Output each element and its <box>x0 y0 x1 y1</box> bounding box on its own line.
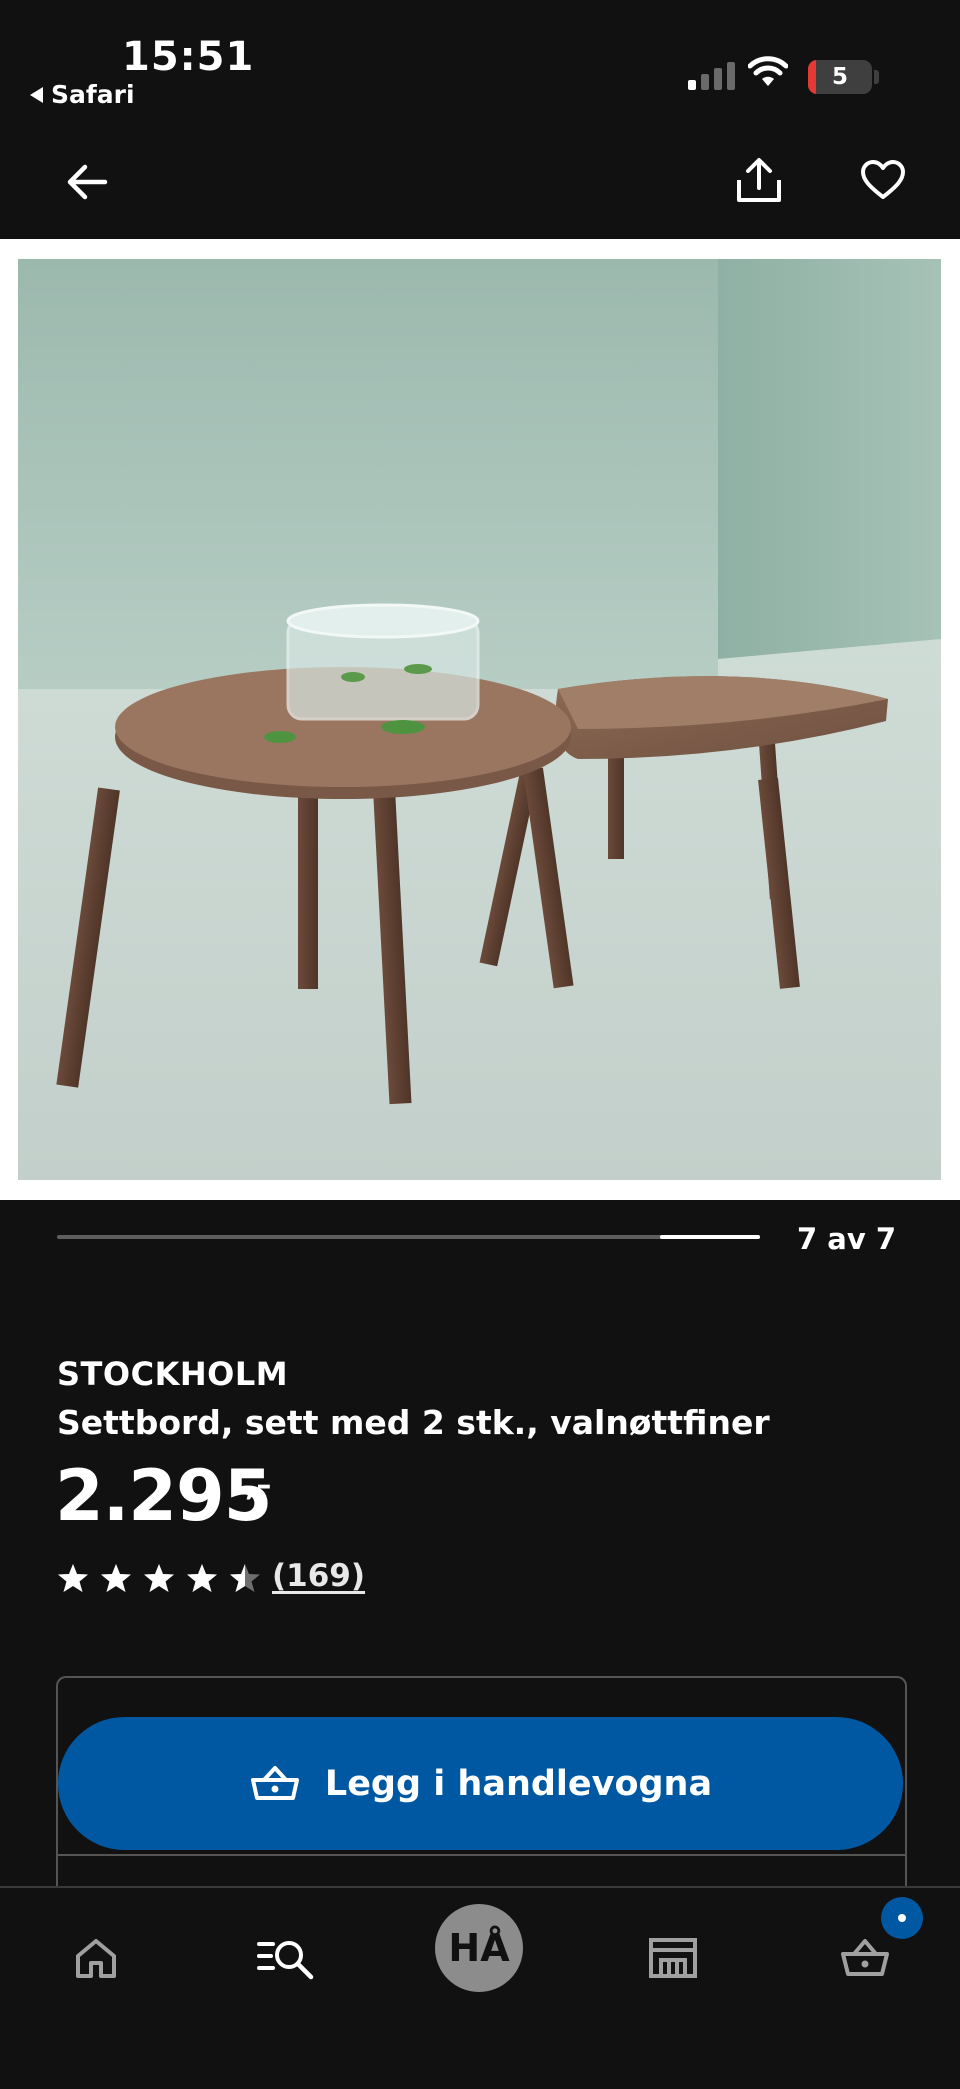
battery-tip <box>874 70 879 84</box>
favorite-button[interactable] <box>848 145 918 215</box>
tab-ha[interactable]: HÅ <box>435 1904 523 1992</box>
cart-badge <box>881 1897 923 1939</box>
nesting-tables-illustration <box>18 259 941 1180</box>
gallery-progress-bar <box>57 1235 760 1239</box>
star-icon <box>101 1564 131 1592</box>
back-button[interactable] <box>52 147 122 217</box>
product-brand: STOCKHOLM <box>57 1355 289 1393</box>
tab-store[interactable] <box>633 1918 713 1998</box>
product-image-gallery[interactable] <box>0 239 960 1200</box>
search-list-icon <box>257 1941 314 1980</box>
price-suffix: ,– <box>245 1468 272 1503</box>
status-bar: 15:51 Safari 5 <box>0 0 960 125</box>
share-button[interactable] <box>724 145 794 215</box>
home-icon <box>76 1939 116 1978</box>
tab-home[interactable] <box>56 1918 136 1998</box>
top-navigation <box>0 125 960 239</box>
status-time: 15:51 <box>122 34 255 80</box>
add-to-cart-label: Legg i handlevogna <box>324 1763 713 1804</box>
product-price: 2.295 <box>55 1455 272 1537</box>
heart-icon <box>861 160 905 199</box>
add-to-cart-button[interactable]: Legg i handlevogna <box>58 1717 903 1850</box>
star-icon <box>144 1564 174 1592</box>
star-icon <box>230 1564 260 1592</box>
card-divider <box>56 1854 905 1856</box>
gallery-progress-fill <box>660 1235 760 1239</box>
battery-level: 5 <box>831 64 848 90</box>
back-app-label: Safari <box>51 80 135 109</box>
product-description: Settbord, sett med 2 stk., valnøttfiner <box>57 1403 770 1442</box>
tab-search[interactable] <box>247 1918 327 1998</box>
star-icon <box>187 1564 217 1592</box>
basket-icon <box>250 1765 299 1800</box>
share-icon <box>737 158 781 202</box>
arrow-left-icon <box>67 164 108 200</box>
battery-icon: 5 <box>808 60 872 94</box>
cellular-signal-icon <box>688 62 735 90</box>
back-to-safari-link[interactable]: Safari <box>30 80 135 109</box>
wifi-icon <box>748 56 788 86</box>
product-photo <box>18 259 941 1180</box>
gallery-counter: 7 av 7 <box>797 1222 897 1256</box>
back-triangle-icon <box>30 86 43 103</box>
review-count-link[interactable]: (169) <box>272 1558 365 1594</box>
cart-icon <box>841 1939 889 1976</box>
rating-stars[interactable] <box>57 1562 261 1594</box>
star-icon <box>58 1564 88 1592</box>
store-icon <box>649 1938 697 1978</box>
